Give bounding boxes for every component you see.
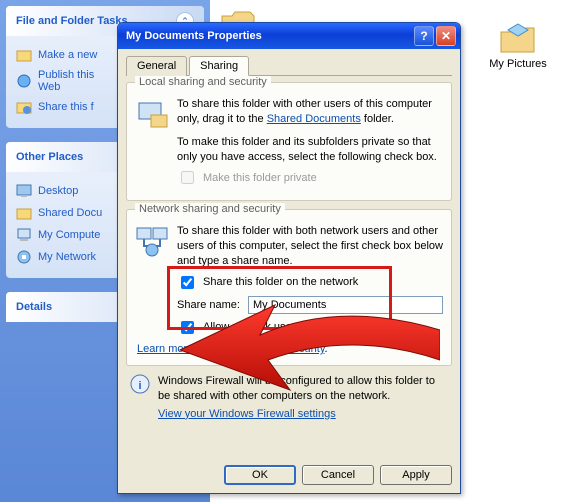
ok-button[interactable]: OK xyxy=(224,465,296,485)
folder-new-icon xyxy=(16,47,32,63)
firewall-settings-link[interactable]: View your Windows Firewall settings xyxy=(158,408,336,420)
computer-icon xyxy=(16,227,32,243)
network-share-icon xyxy=(135,224,169,258)
checkbox-share-on-network-input[interactable] xyxy=(181,276,194,289)
network-share-text: To share this folder with both network u… xyxy=(177,224,443,269)
group-title: Network sharing and security xyxy=(135,203,285,215)
panel-title: Other Places xyxy=(16,151,83,163)
pictures-folder-icon xyxy=(498,20,538,56)
group-local-sharing: Local sharing and security To share this… xyxy=(126,82,452,201)
cancel-button[interactable]: Cancel xyxy=(302,465,374,485)
group-network-sharing: Network sharing and security To share th… xyxy=(126,209,452,366)
local-share-icon xyxy=(135,97,169,131)
folder-icon xyxy=(16,205,32,221)
checkbox-allow-change[interactable]: Allow network users to change my files xyxy=(177,318,443,337)
firewall-notice: i Windows Firewall will be configured to… xyxy=(126,374,452,422)
checkbox-allow-change-input[interactable] xyxy=(181,321,194,334)
panel-title: File and Folder Tasks xyxy=(16,15,128,27)
checkbox-make-private-input xyxy=(181,171,194,184)
info-icon: i xyxy=(130,374,150,394)
shared-documents-link[interactable]: Shared Documents xyxy=(267,113,361,125)
tab-general[interactable]: General xyxy=(126,56,187,76)
share-folder-icon xyxy=(16,99,32,115)
dialog-title: My Documents Properties xyxy=(126,30,262,42)
tab-strip: General Sharing xyxy=(126,55,452,76)
close-button[interactable]: ✕ xyxy=(436,26,456,46)
checkbox-make-private: Make this folder private xyxy=(177,168,443,187)
folder-my-pictures[interactable]: My Pictures xyxy=(478,20,558,70)
apply-button[interactable]: Apply xyxy=(380,465,452,485)
learn-more-link[interactable]: Learn more about sharing and security xyxy=(137,343,325,355)
checkbox-share-on-network[interactable]: Share this folder on the network xyxy=(177,273,443,292)
desktop-icon xyxy=(16,183,32,199)
svg-text:i: i xyxy=(138,380,141,392)
share-name-input[interactable] xyxy=(248,296,443,314)
title-bar[interactable]: My Documents Properties ? ✕ xyxy=(118,23,460,49)
dialog-button-row: OK Cancel Apply xyxy=(224,465,452,485)
properties-dialog: My Documents Properties ? ✕ General Shar… xyxy=(117,22,461,494)
share-name-label: Share name: xyxy=(177,299,240,311)
group-title: Local sharing and security xyxy=(135,76,271,88)
publish-web-icon xyxy=(16,73,32,89)
local-share-text: To share this folder with other users of… xyxy=(177,97,443,164)
help-button[interactable]: ? xyxy=(414,26,434,46)
tab-sharing[interactable]: Sharing xyxy=(189,56,249,76)
network-places-icon xyxy=(16,249,32,265)
panel-title: Details xyxy=(16,301,52,313)
